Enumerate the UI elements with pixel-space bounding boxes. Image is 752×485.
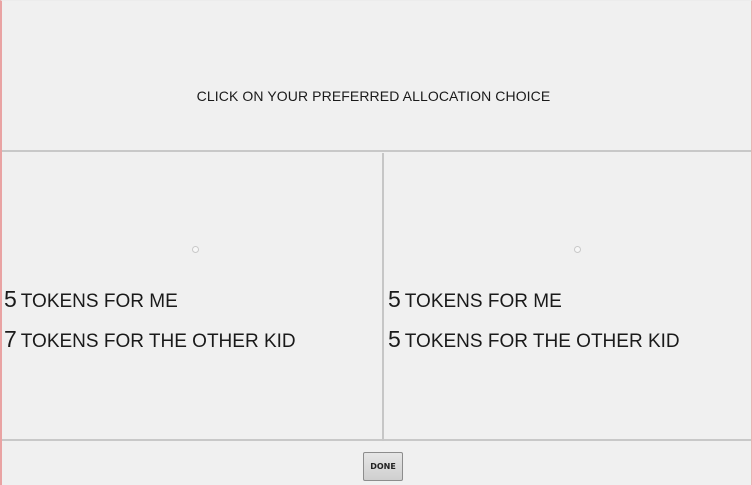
option-right-radio[interactable] bbox=[574, 246, 581, 253]
option-right-other-label: TOKENS FOR THE OTHER KID bbox=[404, 331, 680, 352]
instruction-text: CLICK ON YOUR PREFERRED ALLOCATION CHOIC… bbox=[196, 87, 551, 104]
done-button[interactable]: DONE bbox=[363, 452, 403, 481]
option-right[interactable]: 5 TOKENS FOR ME 5 TOKENS FOR THE OTHER KID bbox=[384, 153, 752, 441]
option-right-me-count: 5 bbox=[388, 286, 401, 312]
option-left-other-label: TOKENS FOR THE OTHER KID bbox=[20, 331, 296, 352]
option-left-me-count: 5 bbox=[4, 286, 17, 312]
option-left-me-line: 5 TOKENS FOR ME bbox=[4, 287, 178, 314]
option-left[interactable]: 5 TOKENS FOR ME 7 TOKENS FOR THE OTHER KID bbox=[2, 153, 382, 441]
option-left-me-label: TOKENS FOR ME bbox=[20, 291, 178, 312]
option-right-other-count: 5 bbox=[388, 326, 401, 352]
footer-bar: DONE bbox=[2, 443, 751, 485]
option-left-other-count: 7 bbox=[4, 326, 17, 352]
option-left-radio[interactable] bbox=[192, 246, 199, 253]
option-right-me-line: 5 TOKENS FOR ME bbox=[388, 287, 562, 314]
allocation-screen: CLICK ON YOUR PREFERRED ALLOCATION CHOIC… bbox=[0, 0, 752, 485]
allocation-options: 5 TOKENS FOR ME 7 TOKENS FOR THE OTHER KID… bbox=[2, 153, 751, 441]
instruction-panel: CLICK ON YOUR PREFERRED ALLOCATION CHOIC… bbox=[2, 1, 751, 152]
option-right-other-line: 5 TOKENS FOR THE OTHER KID bbox=[388, 327, 680, 354]
option-left-other-line: 7 TOKENS FOR THE OTHER KID bbox=[4, 327, 296, 354]
option-right-me-label: TOKENS FOR ME bbox=[404, 291, 562, 312]
